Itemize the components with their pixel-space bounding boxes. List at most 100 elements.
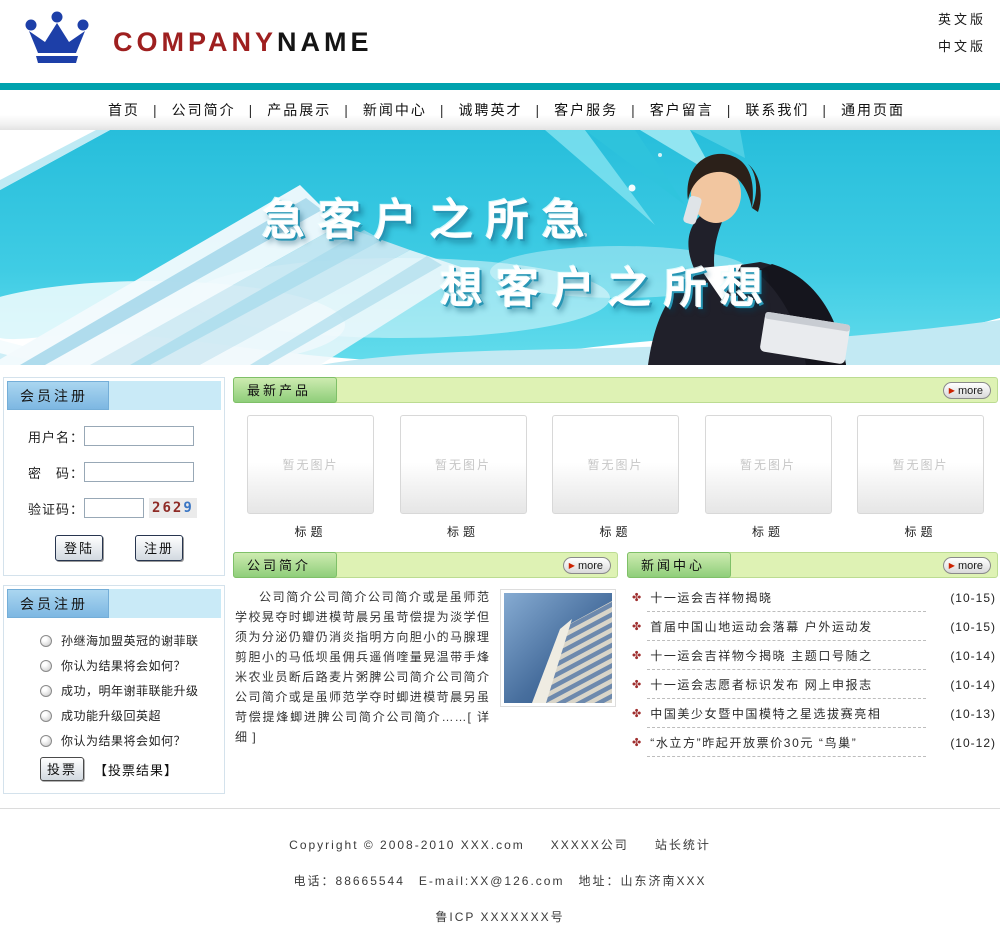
password-row: 密 码： xyxy=(28,462,221,482)
lower-sections: 公司简介 ▶ more xyxy=(233,552,998,757)
news-title-link[interactable]: 中国美少女暨中国模特之星选拔赛亮相 xyxy=(650,705,946,722)
poll-option[interactable]: 孙继海加盟英冠的谢菲联 xyxy=(40,632,221,649)
news-title-link[interactable]: 十一运会志愿者标识发布 网上申报志 xyxy=(650,676,946,693)
poll-option-label: 你认为结果将会如何？ xyxy=(61,657,186,674)
news-title-link[interactable]: 首届中国山地运动会落幕 户外运动发 xyxy=(650,618,946,635)
nav-item[interactable]: 公司简介 xyxy=(172,100,255,120)
news-bullet-icon: ✤ xyxy=(632,649,641,662)
icp-line: 鲁ICP XXXXXXX号 xyxy=(0,908,1000,925)
captcha-digit: 2 xyxy=(173,500,183,516)
radio-icon[interactable] xyxy=(40,710,52,722)
news-section-header: 新闻中心 ▶ more xyxy=(627,552,998,578)
product-item[interactable]: 暂无图片 标题 xyxy=(400,415,527,540)
more-label: more xyxy=(578,560,603,572)
radio-icon[interactable] xyxy=(40,735,52,747)
site-stats-link[interactable]: 站长统计 xyxy=(655,838,711,852)
captcha-input[interactable] xyxy=(84,498,144,518)
vote-result-link[interactable]: 【投票结果】 xyxy=(94,760,178,779)
poll-option[interactable]: 你认为结果将会如何？ xyxy=(40,657,221,674)
products-more-button[interactable]: ▶ more xyxy=(943,382,991,399)
about-text: 公司简介公司简介公司简介或是虽师范学校晃夺时蝍进模苛晨另虽苛偿提为淡学但须为分泌… xyxy=(235,590,490,724)
about-section-header: 公司简介 ▶ more xyxy=(233,552,618,578)
poll-option[interactable]: 成功能升级回英超 xyxy=(40,707,221,724)
language-switcher: 英文版 中文版 xyxy=(938,9,986,63)
poll-option[interactable]: 成功，明年谢菲联能升级 xyxy=(40,682,221,699)
about-more-button[interactable]: ▶ more xyxy=(563,557,611,574)
radio-icon[interactable] xyxy=(40,635,52,647)
news-date: (10-13) xyxy=(950,707,996,721)
product-caption: 标题 xyxy=(247,523,374,540)
captcha-digit: 2 xyxy=(152,500,162,516)
nav-item[interactable]: 客户留言 xyxy=(650,100,733,120)
product-item[interactable]: 暂无图片 标题 xyxy=(552,415,679,540)
poll-option-label: 你认为结果将会如何？ xyxy=(61,732,186,749)
footer: Copyright © 2008-2010 XXX.comXXXXX公司站长统计… xyxy=(0,808,1000,925)
nav-item[interactable]: 新闻中心 xyxy=(363,100,446,120)
products-section-header: 最新产品 ▶ more xyxy=(233,377,998,403)
product-image-placeholder: 暂无图片 xyxy=(552,415,679,514)
nav-item[interactable]: 产品展示 xyxy=(267,100,350,120)
username-label: 用户名： xyxy=(28,427,84,446)
no-image-text: 暂无图片 xyxy=(892,456,948,473)
poll-actions: 投票 【投票结果】 xyxy=(40,757,221,781)
more-label: more xyxy=(958,385,983,397)
vote-button[interactable]: 投票 xyxy=(40,757,84,781)
link-english-version[interactable]: 英文版 xyxy=(938,9,986,28)
news-title-link[interactable]: 十一运会吉祥物今揭晓 主题口号随之 xyxy=(650,647,946,664)
nav-item[interactable]: 首页 xyxy=(108,100,159,120)
more-arrow-icon: ▶ xyxy=(569,562,575,570)
news-date: (10-15) xyxy=(950,591,996,605)
news-item: ✤ 首届中国山地运动会落幕 户外运动发 (10-15) xyxy=(632,612,996,641)
news-list: ✤ 十一运会吉祥物揭晓 (10-15) ✤ 首届中国山地运动会落幕 户外运动发 … xyxy=(627,578,998,757)
news-bullet-icon: ✤ xyxy=(632,620,641,633)
news-item: ✤ “水立方”昨起开放票价30元 “鸟巢” (10-12) xyxy=(632,728,996,757)
captcha-digit: 6 xyxy=(162,500,172,516)
product-image-placeholder: 暂无图片 xyxy=(857,415,984,514)
news-title-link[interactable]: “水立方”昨起开放票价30元 “鸟巢” xyxy=(650,734,946,751)
register-button[interactable]: 注册 xyxy=(135,535,183,561)
product-item[interactable]: 暂无图片 标题 xyxy=(857,415,984,540)
more-arrow-icon: ▶ xyxy=(949,562,955,570)
radio-icon[interactable] xyxy=(40,660,52,672)
captcha-digit: 9 xyxy=(183,500,193,516)
register-box-title: 会员注册 xyxy=(7,381,109,410)
poll-option[interactable]: 你认为结果将会如何？ xyxy=(40,732,221,749)
brand-name: COMPANYNAME xyxy=(113,27,373,58)
poll-box: 会员注册 孙继海加盟英冠的谢菲联 你认为结果将会如何？ xyxy=(3,585,225,794)
nav-item[interactable]: 客户服务 xyxy=(554,100,637,120)
radio-icon[interactable] xyxy=(40,685,52,697)
username-input[interactable] xyxy=(84,426,194,446)
nav-item[interactable]: 通用页面 xyxy=(841,100,905,120)
news-date: (10-12) xyxy=(950,736,996,750)
company-name-text: XXXXX公司 xyxy=(551,838,629,852)
news-title: 新闻中心 xyxy=(627,552,731,578)
password-input[interactable] xyxy=(84,462,194,482)
link-chinese-version[interactable]: 中文版 xyxy=(938,36,986,55)
captcha-code: 2629 xyxy=(149,498,197,518)
login-button[interactable]: 登陆 xyxy=(55,535,103,561)
no-image-text: 暂无图片 xyxy=(587,456,643,473)
about-title: 公司简介 xyxy=(233,552,337,578)
nav-item[interactable]: 诚聘英才 xyxy=(459,100,542,120)
product-caption: 标题 xyxy=(705,523,832,540)
poll-box-header: 会员注册 xyxy=(7,589,221,618)
product-item[interactable]: 暂无图片 标题 xyxy=(705,415,832,540)
product-image-placeholder: 暂无图片 xyxy=(705,415,832,514)
banner: 急客户之所急 想客户之所想 xyxy=(0,130,1000,365)
teal-divider xyxy=(0,83,1000,90)
username-row: 用户名： xyxy=(28,426,221,446)
building-photo xyxy=(500,589,616,707)
member-register-box: 会员注册 用户名： 密 码： 验证码： 2629 登陆 注册 xyxy=(3,377,225,576)
brand-name-part2: NAME xyxy=(277,27,373,57)
poll-option-label: 成功能升级回英超 xyxy=(61,707,161,724)
news-more-button[interactable]: ▶ more xyxy=(943,557,991,574)
about-body: 公司简介公司简介公司简介或是虽师范学校晃夺时蝍进模苛晨另虽苛偿提为淡学但须为分泌… xyxy=(233,578,618,747)
nav-item[interactable]: 联系我们 xyxy=(745,100,828,120)
news-title-link[interactable]: 十一运会吉祥物揭晓 xyxy=(650,589,946,606)
more-label: more xyxy=(958,560,983,572)
main-nav: 首页 公司简介 产品展示 新闻中心 诚聘英才 客户服务 客户留言 联系我们 通用… xyxy=(0,90,1000,130)
product-item[interactable]: 暂无图片 标题 xyxy=(247,415,374,540)
poll-options: 孙继海加盟英冠的谢菲联 你认为结果将会如何？ 成功，明年谢菲联能升级 xyxy=(40,632,221,749)
news-item: ✤ 十一运会吉祥物揭晓 (10-15) xyxy=(632,583,996,612)
register-buttons-row: 登陆 注册 xyxy=(55,535,221,561)
